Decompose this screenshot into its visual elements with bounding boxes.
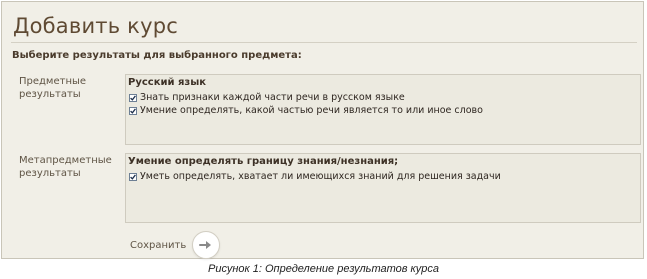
checkbox-checked[interactable] (129, 106, 137, 115)
save-button[interactable] (192, 231, 221, 259)
checkbox-checked[interactable] (129, 93, 137, 102)
meta-result-item[interactable]: Уметь определять, хватает ли имеющихся з… (129, 171, 501, 182)
save-action[interactable]: Сохранить (130, 231, 221, 259)
title-divider (11, 42, 637, 43)
meta-result-label: Уметь определять, хватает ли имеющихся з… (140, 171, 501, 182)
subject-result-label: Умение определять, какой частью речи явл… (140, 105, 483, 116)
subject-group-title: Русский язык (128, 77, 207, 88)
meta-results-group: Умение определять границу знания/незнани… (125, 153, 641, 223)
figure-caption: Рисунок 1: Определение результатов курса (208, 263, 439, 275)
results-subheading: Выберите результаты для выбранного предм… (12, 50, 302, 61)
subject-result-item[interactable]: Знать признаки каждой части речи в русск… (129, 92, 405, 103)
save-label[interactable]: Сохранить (130, 240, 186, 251)
page-title: Добавить курс (13, 14, 178, 38)
subject-result-label: Знать признаки каждой части речи в русск… (140, 92, 405, 103)
meta-group-title: Умение определять границу знания/незнани… (128, 156, 399, 167)
add-course-panel: Добавить курс Выберите результаты для вы… (1, 1, 644, 259)
subject-result-item[interactable]: Умение определять, какой частью речи явл… (129, 105, 483, 116)
meta-results-label: Метапредметные результаты (19, 155, 112, 179)
arrow-right-icon (199, 241, 212, 249)
subject-results-label: Предметные результаты (19, 76, 87, 100)
checkbox-checked[interactable] (129, 172, 137, 181)
subject-results-group: Русский язык Знать признаки каждой части… (125, 74, 641, 145)
